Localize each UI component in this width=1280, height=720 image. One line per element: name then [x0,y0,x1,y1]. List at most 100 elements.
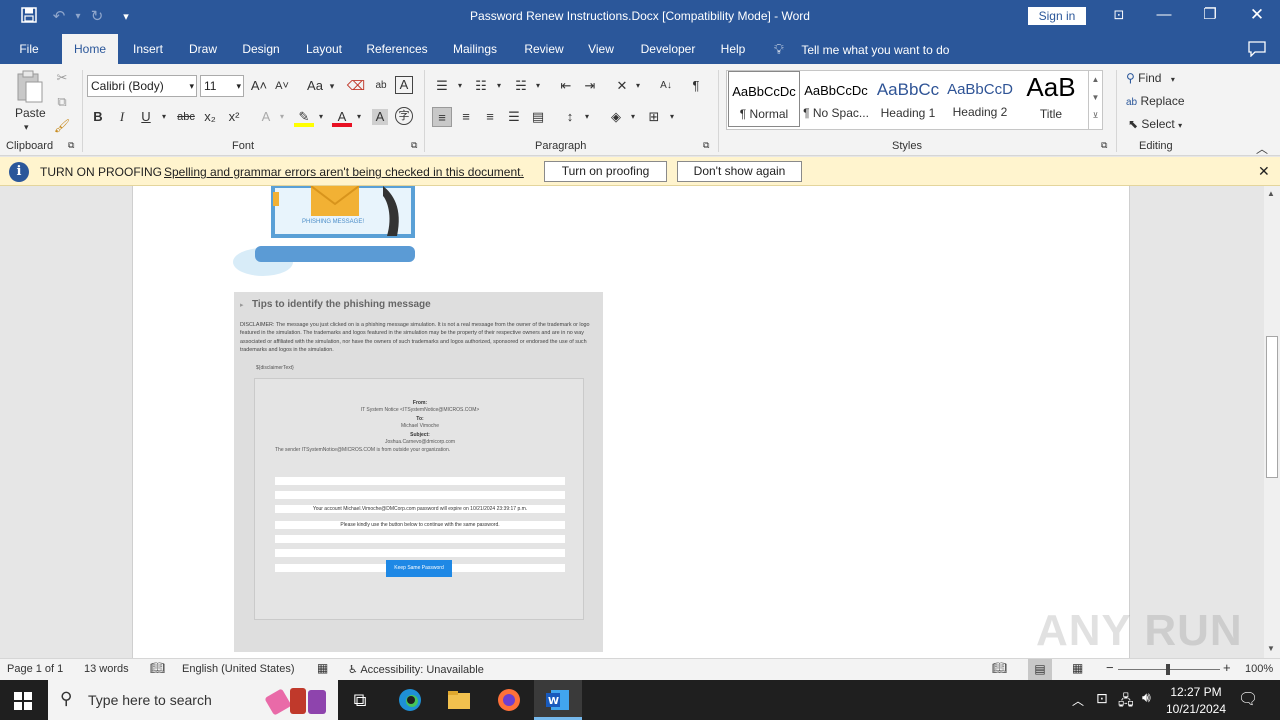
tab-home[interactable]: Home [62,34,118,64]
clipboard-launcher-icon[interactable]: ⧉ [68,140,74,151]
zoom-slider-thumb[interactable] [1166,664,1170,675]
style-normal[interactable]: AaBbCcDc ¶ Normal [728,71,800,127]
file-explorer-icon[interactable] [446,688,472,712]
chevron-down-icon[interactable]: ▾ [450,76,470,96]
bold-button[interactable]: B [88,107,108,127]
notifications-icon[interactable]: 🗨︎ [1238,689,1258,709]
sign-in-button[interactable]: Sign in [1028,7,1086,25]
collapse-ribbon-icon[interactable]: ︿ [1256,140,1268,157]
tab-view[interactable]: View [582,34,620,64]
strikethrough-button[interactable]: abc [174,107,198,127]
restore-icon[interactable]: ❐ [1187,0,1233,32]
font-launcher-icon[interactable]: ⧉ [411,140,417,151]
macro-icon[interactable]: ▦ [317,661,328,675]
taskbar-search[interactable]: ⚲ Type here to search [48,680,338,720]
chevron-down-icon[interactable]: ▾ [623,107,643,127]
font-name-box[interactable]: Calibri (Body) ▾ [87,75,197,97]
style-title[interactable]: AaB Title [1016,71,1086,127]
zoom-in-icon[interactable]: + [1223,660,1231,675]
close-icon[interactable]: ✕ [1234,0,1280,32]
vertical-scrollbar[interactable]: ▲ ▼ [1264,186,1280,658]
chevron-down-icon[interactable]: ▾ [628,76,648,96]
chevron-down-icon[interactable]: ▾ [189,76,194,96]
tell-me-search[interactable]: 💡︎ Tell me what you want to do [774,34,949,64]
proofing-status-icon[interactable]: 📖︎ [150,661,165,675]
show-formatting-button[interactable]: ¶ [686,76,706,96]
clear-formatting-icon[interactable]: ⌫ [346,76,366,96]
minimize-icon[interactable]: — [1141,0,1187,32]
accessibility-status[interactable]: ♿︎ Accessibility: Unavailable [348,663,484,676]
volume-icon[interactable]: 🔊︎ [1142,689,1151,706]
numbering-icon[interactable]: ☷ [471,76,491,96]
language[interactable]: English (United States) [182,663,295,675]
tab-developer[interactable]: Developer [634,34,702,64]
zoom-out-icon[interactable]: − [1106,660,1114,675]
font-size-box[interactable]: 11 ▾ [200,75,244,97]
clock-time[interactable]: 12:27 PM [1166,685,1226,699]
zoom-level[interactable]: 100% [1245,663,1273,675]
edge-icon[interactable] [397,688,423,712]
paste-button[interactable]: Paste [15,104,46,122]
tab-references[interactable]: References [362,34,432,64]
align-center-icon[interactable]: ≡ [456,107,476,127]
copy-icon[interactable]: ⧉ [52,92,72,112]
styles-scroll[interactable]: ▲ ▼ ⊻ [1088,71,1102,129]
align-left-icon[interactable]: ≡ [432,107,452,127]
borders-icon[interactable]: ⊞ [644,107,664,127]
expand-arrow-icon[interactable]: ▸ [240,301,244,309]
chevron-down-icon[interactable]: ▾ [322,76,342,96]
shrink-font-button[interactable]: A˅ [272,76,292,96]
sort-icon[interactable]: A↓ [656,76,676,96]
paragraph-launcher-icon[interactable]: ⧉ [703,140,709,151]
firefox-icon[interactable] [496,688,522,712]
grow-font-button[interactable]: A˄ [249,76,269,96]
clock-date[interactable]: 10/21/2024 [1162,702,1230,716]
proofing-message-link[interactable]: Spelling and grammar errors aren't being… [164,165,524,179]
paste-dropdown-icon[interactable]: ▾ [24,118,29,136]
word-count[interactable]: 13 words [84,663,129,675]
tab-help[interactable]: Help [714,34,752,64]
character-border-icon[interactable]: A [395,76,413,94]
chevron-down-icon[interactable]: ▾ [489,76,509,96]
scroll-down-icon[interactable]: ▼ [1267,644,1275,653]
justify-icon[interactable]: ☰ [504,107,524,127]
scrollbar-thumb[interactable] [1266,336,1278,478]
web-layout-icon[interactable]: ▦ [1072,661,1083,675]
chevron-down-icon[interactable]: ▾ [236,76,241,96]
word-taskbar-button[interactable]: W [534,680,582,720]
style-heading-2[interactable]: AaBbCcD Heading 2 [944,71,1016,127]
chevron-down-icon[interactable]: ▾ [662,107,682,127]
italic-button[interactable]: I [112,107,132,127]
tab-file[interactable]: File [10,34,48,64]
chevron-down-icon[interactable]: ▾ [528,76,548,96]
decrease-indent-icon[interactable]: ⇤ [556,76,576,96]
styles-launcher-icon[interactable]: ⧉ [1101,140,1107,151]
chevron-down-icon[interactable]: ▾ [311,107,331,127]
turn-on-proofing-button[interactable]: Turn on proofing [544,161,667,182]
chevron-down-icon[interactable]: ▾ [272,107,292,127]
tab-layout[interactable]: Layout [298,34,350,64]
tab-mailings[interactable]: Mailings [446,34,504,64]
select-button[interactable]: ⬉ Select ▾ [1128,115,1182,135]
print-layout-icon[interactable]: ▤ [1028,659,1052,680]
task-view-icon[interactable]: ⧉ [347,688,373,712]
format-painter-icon[interactable]: 🖌︎ [52,116,72,136]
subscript-button[interactable]: x₂ [200,107,220,127]
increase-indent-icon[interactable]: ⇥ [580,76,600,96]
meet-now-icon[interactable]: ⊡ [1096,690,1108,707]
replace-button[interactable]: ab Replace [1126,92,1185,112]
read-mode-icon[interactable]: 📖︎ [992,661,1007,675]
underline-button[interactable]: U [136,107,156,127]
ribbon-display-icon[interactable]: ⊡ [1096,0,1142,32]
document-page[interactable]: PHISHING MESSAGE! ▸ Tips to identify the… [132,186,1130,658]
style-heading-1[interactable]: AaBbCc Heading 1 [872,71,944,127]
chevron-up-icon[interactable]: ︿ [1072,692,1084,709]
close-icon[interactable]: ✕ [1258,163,1270,180]
chevron-down-icon[interactable]: ▾ [577,107,597,127]
tab-review[interactable]: Review [518,34,570,64]
dont-show-again-button[interactable]: Don't show again [677,161,802,182]
windows-start-icon[interactable] [14,692,32,713]
tab-design[interactable]: Design [236,34,286,64]
align-right-icon[interactable]: ≡ [480,107,500,127]
find-button[interactable]: ⚲ Find ▾ [1126,69,1175,89]
